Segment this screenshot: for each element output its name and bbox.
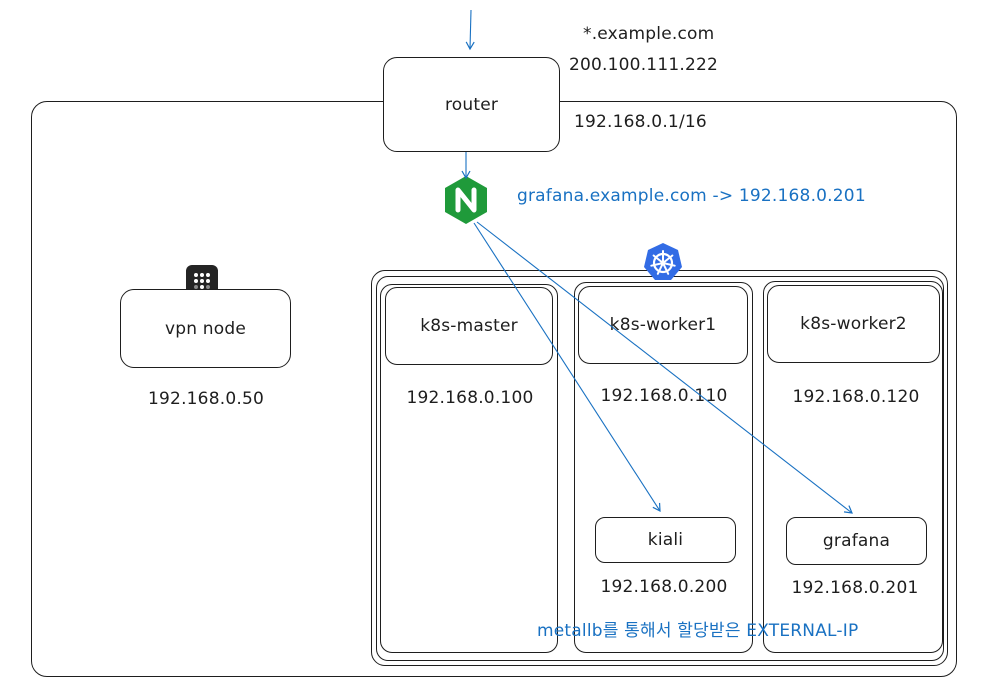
kiali-service-label: kiali xyxy=(647,530,684,550)
kiali-service-ip: 192.168.0.200 xyxy=(600,577,728,597)
grafana-service-ip: 192.168.0.201 xyxy=(791,578,919,598)
k8s-master-ip: 192.168.0.100 xyxy=(406,388,534,408)
k8s-master-label: k8s-master xyxy=(420,316,518,336)
k8s-worker1-box: k8s-worker1 xyxy=(578,286,748,364)
nginx-icon xyxy=(443,175,489,225)
grafana-service-box: grafana xyxy=(786,517,927,565)
router-label: router xyxy=(444,94,499,115)
vpn-node-label: vpn node xyxy=(164,318,247,339)
grafana-service-label: grafana xyxy=(822,531,891,551)
router-private-cidr: 192.168.0.1/16 xyxy=(574,112,707,132)
metallb-note: metallb를 통해서 할당받은 EXTERNAL-IP xyxy=(537,621,859,641)
router-public-ip: 200.100.111.222 xyxy=(569,55,719,75)
k8s-worker2-box: k8s-worker2 xyxy=(767,285,940,363)
k8s-worker1-label: k8s-worker1 xyxy=(609,315,717,335)
router-domain: *.example.com xyxy=(583,24,715,44)
kubernetes-icon xyxy=(643,242,683,282)
incoming-arrow xyxy=(465,9,475,51)
vpn-node-ip: 192.168.0.50 xyxy=(148,389,264,409)
ingress-route-text: grafana.example.com -> 192.168.0.201 xyxy=(517,186,866,206)
k8s-worker1-ip: 192.168.0.110 xyxy=(600,386,728,406)
router-box: router xyxy=(383,57,560,152)
k8s-worker2-ip: 192.168.0.120 xyxy=(792,387,920,407)
k8s-worker2-label: k8s-worker2 xyxy=(800,314,907,334)
network-diagram: router *.example.com 200.100.111.222 192… xyxy=(0,0,983,698)
vpn-node-box: vpn node xyxy=(120,289,291,368)
k8s-master-box: k8s-master xyxy=(385,287,553,365)
kiali-service-box: kiali xyxy=(595,517,736,563)
